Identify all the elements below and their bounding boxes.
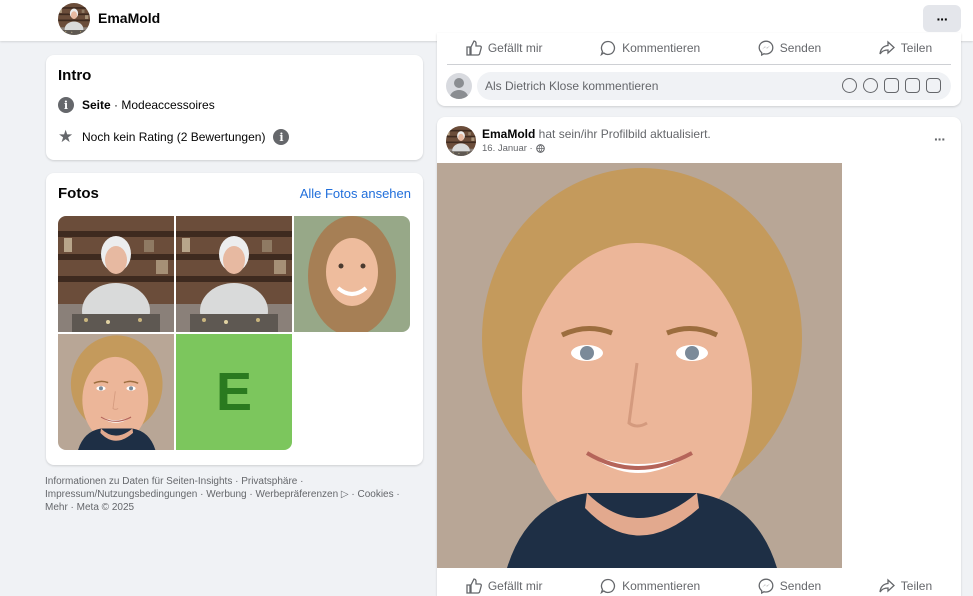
share-icon: [879, 578, 895, 593]
reaction-bar-bottom: Gefällt mir Kommentieren Senden Teilen: [437, 572, 961, 596]
see-all-photos-link[interactable]: Alle Fotos ansehen: [300, 186, 411, 201]
photo-thumbnail-5[interactable]: E: [176, 334, 292, 450]
photo-thumbnail-1[interactable]: [58, 216, 174, 332]
comment-icon: [600, 578, 616, 594]
comment-label: Kommentieren: [622, 41, 701, 55]
intro-card: Intro i Seite · Modeaccessoires ★ Noch k…: [46, 55, 423, 160]
category-prefix: Seite: [82, 98, 111, 112]
like-label: Gefällt mir: [487, 579, 543, 593]
like-button[interactable]: Gefällt mir: [466, 40, 543, 56]
comment-label: Kommentieren: [622, 579, 701, 593]
divider: [447, 64, 951, 65]
share-button[interactable]: Teilen: [879, 578, 932, 594]
gif-icon[interactable]: [905, 78, 920, 93]
rating-info-icon[interactable]: i: [273, 129, 290, 145]
letter-logo-tile: E: [215, 362, 253, 422]
post-author-name[interactable]: EmaMold: [482, 127, 535, 141]
intro-rating-row: ★ Noch kein Rating (2 Bewertungen) i: [58, 127, 290, 146]
post-date[interactable]: 16. Januar ·: [482, 143, 533, 154]
post-meta: 16. Januar ·: [482, 143, 545, 154]
send-label: Senden: [779, 579, 822, 593]
photo-thumbnail-2[interactable]: [176, 216, 292, 332]
profile-photo[interactable]: [437, 163, 842, 568]
post-header: EmaMold hat sein/ihr Profilbild aktualis…: [482, 127, 711, 141]
emoji-icon[interactable]: [863, 78, 878, 93]
page-name[interactable]: EmaMold: [98, 10, 160, 26]
post-author-avatar[interactable]: [446, 126, 476, 156]
globe-icon: [535, 144, 545, 153]
profile-picture-post: EmaMold hat sein/ihr Profilbild aktualis…: [437, 117, 961, 596]
avatar-sticker-icon[interactable]: [842, 78, 857, 93]
footer-links[interactable]: Informationen zu Daten für Seiten-Insigh…: [45, 475, 425, 514]
like-button[interactable]: Gefällt mir: [466, 578, 543, 594]
send-button[interactable]: Senden: [758, 578, 821, 594]
photos-title: Fotos: [58, 185, 99, 202]
intro-title: Intro: [58, 67, 92, 84]
category-value: · Modeaccessoires: [110, 98, 215, 112]
category-text: Seite · Modeaccessoires: [82, 98, 215, 112]
send-label: Senden: [779, 41, 822, 55]
thumbs-up-icon: [466, 578, 482, 594]
commenter-avatar[interactable]: [446, 73, 472, 99]
camera-icon[interactable]: [884, 78, 899, 93]
share-icon: [879, 40, 895, 55]
previous-post-footer: Gefällt mir Kommentieren Senden Teilen A…: [437, 33, 961, 106]
thumbs-up-icon: [466, 40, 482, 56]
photos-card: Fotos Alle Fotos ansehen E: [46, 173, 423, 465]
post-action-text: hat sein/ihr Profilbild aktualisiert.: [535, 127, 711, 141]
info-icon: i: [58, 97, 74, 113]
share-button[interactable]: Teilen: [879, 40, 932, 56]
more-options-button[interactable]: ···: [923, 5, 961, 32]
sticker-icon[interactable]: [926, 78, 941, 93]
messenger-icon: [758, 578, 774, 594]
send-button[interactable]: Senden: [758, 40, 821, 56]
comment-button[interactable]: Kommentieren: [600, 578, 700, 594]
messenger-icon: [758, 40, 774, 56]
comment-input[interactable]: Als Dietrich Klose kommentieren: [477, 72, 951, 100]
comment-tools: [842, 78, 941, 93]
comment-icon: [600, 40, 616, 56]
rating-text: Noch kein Rating (2 Bewertungen): [82, 130, 266, 144]
user-silhouette-icon: [449, 78, 469, 99]
like-label: Gefällt mir: [487, 41, 543, 55]
comment-placeholder: Als Dietrich Klose kommentieren: [485, 79, 659, 93]
share-label: Teilen: [900, 579, 933, 593]
post-more-button[interactable]: ···: [934, 131, 946, 147]
star-icon: ★: [58, 127, 74, 146]
share-label: Teilen: [900, 41, 933, 55]
reaction-bar-top: Gefällt mir Kommentieren Senden Teilen: [437, 34, 961, 62]
photo-thumbnail-3[interactable]: [294, 216, 410, 332]
comment-button[interactable]: Kommentieren: [600, 40, 700, 56]
photo-thumbnail-4[interactable]: [58, 334, 174, 450]
intro-category-row: i Seite · Modeaccessoires: [58, 97, 215, 113]
page-avatar[interactable]: [58, 3, 90, 35]
